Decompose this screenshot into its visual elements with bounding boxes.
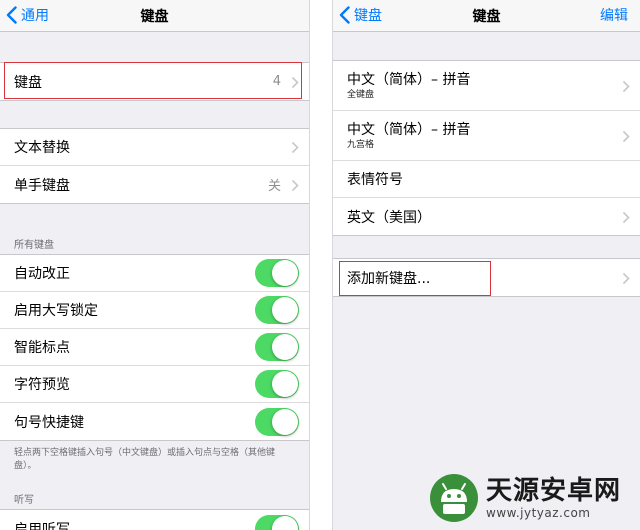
switch-knob <box>272 260 298 286</box>
chevron-right-icon <box>622 80 630 92</box>
keyboard-name: 中文（简体）– 拼音 <box>347 121 471 138</box>
keyboards-count: 4 <box>272 74 281 89</box>
switch-knob <box>272 408 298 435</box>
enable-dictation-switch[interactable] <box>255 514 299 530</box>
caps-lock-switch[interactable] <box>255 296 299 324</box>
auto-correction-label: 自动改正 <box>14 266 70 282</box>
add-keyboard-group: 添加新键盘... <box>333 258 640 297</box>
keyboards-label: 键盘 <box>14 74 42 91</box>
toggle-row: 启用听写 <box>0 510 309 530</box>
keyboard-list-item[interactable]: 表情符号 <box>333 161 640 198</box>
keyboard-list-item[interactable]: 中文（简体）– 拼音 九宫格 <box>333 111 640 161</box>
section-header-dictation: 听写 <box>14 495 34 506</box>
installed-keyboards-group: 中文（简体）– 拼音 全键盘 中文（简体）– 拼音 九宫格 表情符号 英文（美国… <box>333 60 640 236</box>
one-handed-keyboard-row[interactable]: 单手键盘 关 <box>0 166 309 203</box>
enable-dictation-label: 启用听写 <box>14 521 70 530</box>
text-replacement-label: 文本替换 <box>14 140 70 156</box>
smart-punctuation-switch[interactable] <box>255 333 299 361</box>
character-preview-switch[interactable] <box>255 370 299 398</box>
toggle-row: 句号快捷键 <box>0 403 309 440</box>
watermark-text: 天源安卓网 www.jytyaz.com <box>486 476 621 520</box>
chevron-right-icon <box>622 272 630 284</box>
watermark-site-name: 天源安卓网 <box>486 476 622 506</box>
text-replacement-row[interactable]: 文本替换 <box>0 129 309 166</box>
chevron-right-icon <box>291 141 299 154</box>
edit-button[interactable]: 编辑 <box>600 5 628 25</box>
smart-punctuation-label: 智能标点 <box>14 340 70 356</box>
caps-lock-label: 启用大写锁定 <box>14 303 98 319</box>
text-options-group: 文本替换 单手键盘 关 <box>0 128 309 204</box>
watermark-url: www.jytyaz.com <box>486 506 591 520</box>
switch-knob <box>272 297 298 323</box>
keyboard-name: 中文（简体）– 拼音 <box>347 71 471 88</box>
chevron-right-icon <box>622 211 630 223</box>
keyboards-row[interactable]: 键盘 4 <box>0 63 309 100</box>
keyboard-list-item[interactable]: 英文（美国） <box>333 198 640 235</box>
left-navigation-bar: 通用 键盘 <box>0 0 309 32</box>
period-shortcut-switch[interactable] <box>255 407 299 436</box>
keyboard-settings-panel: 通用 键盘 键盘 4 文本替换 单手键盘 关 所有键盘 自动改正 启用大写锁定 <box>0 0 310 530</box>
page-title: 键盘 <box>140 9 169 25</box>
section-header-all-keyboards: 所有键盘 <box>14 240 54 251</box>
keyboard-layout: 全键盘 <box>347 89 375 100</box>
add-new-keyboard-row[interactable]: 添加新键盘... <box>333 259 640 296</box>
page-title: 键盘 <box>472 9 501 25</box>
one-handed-keyboard-label: 单手键盘 <box>14 177 70 194</box>
toggle-row: 启用大写锁定 <box>0 292 309 329</box>
chevron-right-icon <box>622 130 630 142</box>
toggle-row: 字符预览 <box>0 366 309 403</box>
chevron-right-icon <box>291 179 299 191</box>
site-watermark: 天源安卓网 www.jytyaz.com <box>428 470 634 526</box>
auto-correction-switch[interactable] <box>255 259 299 287</box>
period-shortcut-footer-note: 轻点两下空格键插入句号（中文键盘）或插入句点与空格（其他键盘）。 <box>14 448 276 471</box>
add-new-keyboard-label: 添加新键盘... <box>347 270 431 287</box>
switch-knob <box>272 334 298 360</box>
keyboard-layout: 九宫格 <box>347 139 375 150</box>
keyboards-list-panel: 键盘 键盘 编辑 中文（简体）– 拼音 全键盘 中文（简体）– 拼音 九宫格 表… <box>332 0 640 530</box>
android-logo-icon <box>430 474 478 522</box>
toggle-row: 自动改正 <box>0 255 309 292</box>
keyboard-name: 表情符号 <box>347 172 403 188</box>
one-handed-keyboard-value: 关 <box>267 179 281 194</box>
dictation-group: 启用听写 <box>0 509 309 530</box>
right-navigation-bar: 键盘 键盘 编辑 <box>333 0 640 32</box>
character-preview-label: 字符预览 <box>14 377 70 393</box>
switch-knob <box>272 515 298 530</box>
keyboard-name: 英文（美国） <box>347 209 431 226</box>
toggle-row: 智能标点 <box>0 329 309 366</box>
keyboard-list-item[interactable]: 中文（简体）– 拼音 全键盘 <box>333 61 640 111</box>
chevron-right-icon <box>291 76 299 88</box>
all-keyboards-toggles-group: 自动改正 启用大写锁定 智能标点 字符预览 句号快捷键 <box>0 254 309 441</box>
switch-knob <box>272 371 298 397</box>
keyboards-group: 键盘 4 <box>0 62 309 101</box>
period-shortcut-label: 句号快捷键 <box>14 414 84 431</box>
